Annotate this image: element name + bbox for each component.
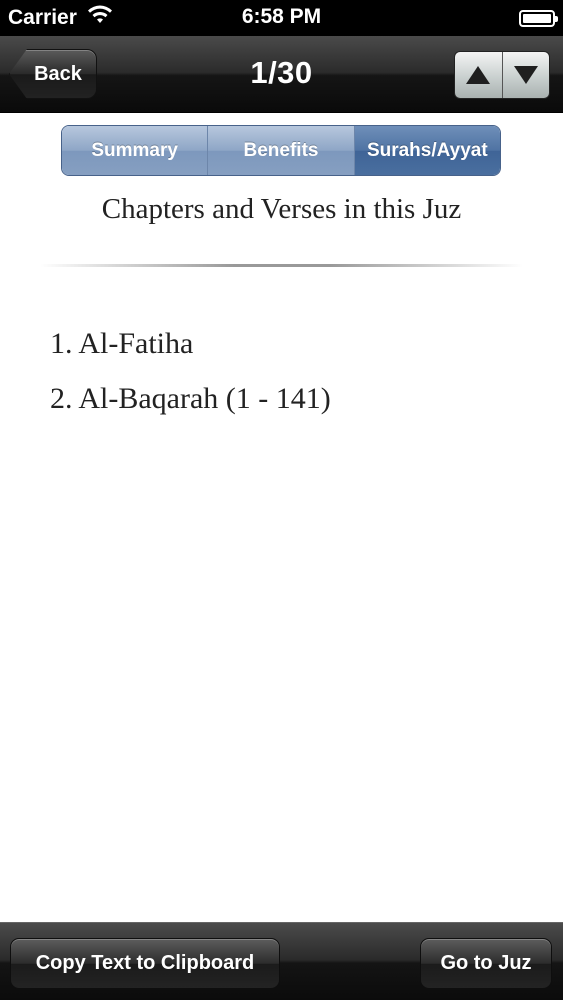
wifi-icon [87,5,113,31]
arrow-down-icon [513,66,538,84]
chapter-item: 1. Al-Fatiha [50,327,194,360]
next-page-button[interactable] [502,52,549,98]
chapter-item: 2. Al-Baqarah (1 - 141) [50,382,331,415]
previous-page-button[interactable] [455,52,503,98]
carrier-label: Carrier [8,6,77,29]
divider [40,264,523,267]
battery-icon [519,9,558,27]
section-segmented-control: Summary Benefits Surahs/Ayyat [61,125,501,176]
segment-benefits[interactable]: Benefits [208,126,355,175]
status-left: Carrier [8,5,113,31]
chapter-list: 1. Al-Fatiha 2. Al-Baqarah (1 - 141) [50,322,331,432]
navigation-bar: Back 1/30 [0,36,563,113]
bottom-toolbar: Copy Text to Clipboard Go to Juz [0,922,563,1000]
segment-summary[interactable]: Summary [62,126,209,175]
go-to-juz-button[interactable]: Go to Juz [420,938,552,989]
status-bar: Carrier 6:58 PM [0,0,563,36]
segment-surahs-ayyat[interactable]: Surahs/Ayyat [354,126,500,175]
copy-to-clipboard-button[interactable]: Copy Text to Clipboard [10,938,280,989]
content-heading: Chapters and Verses in this Juz [101,193,462,225]
arrow-up-icon [466,66,491,84]
battery-fill [523,13,551,23]
page-navigation-arrows [454,51,550,99]
